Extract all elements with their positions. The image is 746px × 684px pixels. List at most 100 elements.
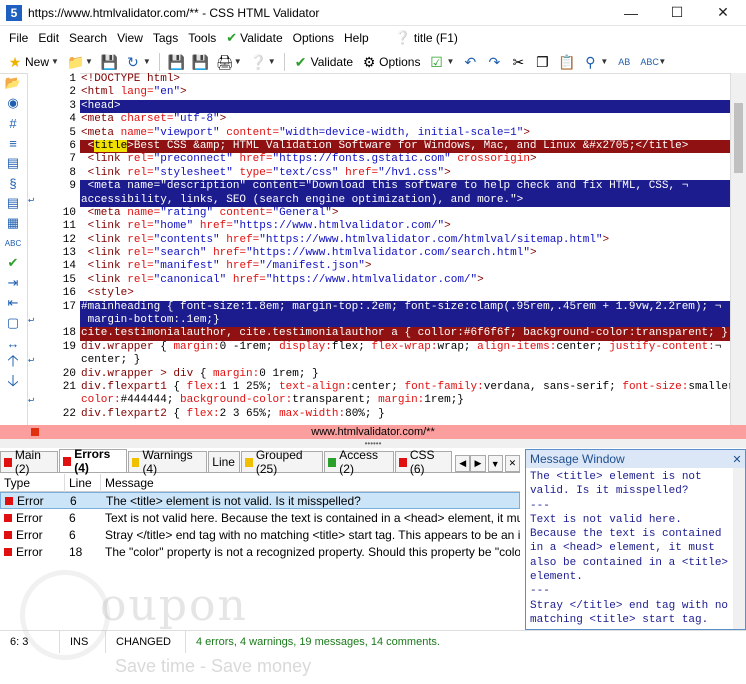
editor-vertical-scrollbar[interactable] — [730, 73, 746, 425]
cut-button[interactable]: ✂ — [507, 51, 529, 73]
menu-search[interactable]: Search — [64, 31, 112, 45]
line-number: ↵ — [28, 354, 80, 367]
tab-access[interactable]: Access (2) — [324, 448, 394, 476]
error-icon — [4, 530, 12, 539]
scrollbar-thumb[interactable] — [734, 103, 743, 173]
code-line: div.flexpart1 { flex:1 1 25%; text-align… — [81, 380, 730, 393]
insert-mode: INS — [60, 630, 106, 653]
column-message[interactable]: Message — [101, 474, 520, 492]
open-folder-icon[interactable]: 📂 — [0, 73, 26, 93]
redo-button[interactable]: ↷ — [483, 51, 505, 73]
tab-errors[interactable]: Errors (4) — [59, 447, 127, 475]
table-row[interactable]: Error 6 Stray </title> end tag with no m… — [0, 526, 520, 543]
indent-icon[interactable]: ⇥ — [0, 273, 26, 293]
binoculars-icon[interactable]: ◉ — [0, 93, 26, 113]
menu-file[interactable]: File — [4, 31, 33, 45]
tab-css[interactable]: CSS (6) — [394, 448, 453, 476]
table-row[interactable]: Error 6 Text is not valid here. Because … — [0, 509, 520, 526]
page-icon[interactable]: ▤ — [0, 153, 26, 173]
spellcheck-icon[interactable]: ABC — [0, 233, 26, 253]
left-toolbar: 📂 ◉ # ≡ ▤ § ▤ ▦ ABC ✔ ⇥ ⇤ ▢ ↔ 🡡 🡣 — [0, 73, 28, 425]
code-line: <link rel="stylesheet" type="text/css" h… — [87, 166, 451, 179]
tab-scroll-right-button[interactable]: ▶ — [470, 455, 486, 472]
help-icon: ❔ — [394, 30, 411, 45]
menu-view[interactable]: View — [112, 31, 148, 45]
validate-options-button[interactable]: ☑ ▼ — [425, 51, 457, 73]
cursor-position: 6: 3 — [0, 630, 60, 653]
code-editor[interactable]: <!DOCTYPE html> <html lang="en"> <head> … — [80, 73, 730, 425]
code-line: <link rel="manifest" href="/manifest.jso… — [87, 260, 372, 273]
menu-help[interactable]: Help — [339, 31, 374, 45]
scissors-icon: ✂ — [512, 53, 525, 70]
list-icon[interactable]: ▤ — [0, 193, 26, 213]
column-type[interactable]: Type — [0, 473, 65, 492]
toolbar: ★ New ▼ 📁 ▼ 💾 ↻ ▼ 💾 💾 🖨 ▼ ❔ ▼ ✔ Validate ⚙ Optio… — [0, 50, 746, 74]
open-button[interactable]: 📁 ▼ — [64, 51, 96, 73]
tab-scroll-left-button[interactable]: ◀ — [455, 455, 471, 472]
spell-check-button[interactable]: ABC ▼ — [637, 51, 669, 73]
message-window-header: Message Window ✕ — [526, 450, 745, 468]
hash-icon[interactable]: # — [0, 113, 26, 133]
tab-line[interactable]: Line — [208, 451, 240, 472]
code-line-selected: accessibility, links, SEO (search engine… — [80, 193, 730, 207]
checkmark-icon[interactable]: ✔ — [0, 253, 26, 273]
menu-validate[interactable]: ✔ Validate — [221, 30, 287, 46]
reload-button[interactable]: ↻ ▼ — [122, 51, 154, 73]
save-all-button[interactable]: 💾 — [189, 51, 211, 73]
scroll-icon[interactable]: § — [0, 173, 26, 193]
save-copy-button[interactable]: 💾 — [165, 51, 187, 73]
new-document-icon: ★ — [8, 53, 22, 70]
panel-icon[interactable]: ▦ — [0, 213, 26, 233]
tab-warnings[interactable]: Warnings (4) — [127, 448, 208, 476]
tab-list-dropdown[interactable]: ▼ — [487, 455, 503, 472]
new-button[interactable]: ★ New ▼ — [4, 51, 62, 73]
tab-main[interactable]: Main (2) — [0, 448, 59, 476]
line-number: 17 — [62, 300, 76, 313]
table-row[interactable]: Error 6 The <title> element is not valid… — [0, 492, 520, 509]
code-line: <link rel="home" href="https://www.htmlv… — [87, 220, 451, 233]
help-button[interactable]: ❔ ▼ — [247, 51, 279, 73]
save-button[interactable]: 💾 — [98, 51, 120, 73]
document-tab-label: www.htmlvalidator.com/** — [311, 426, 435, 438]
find-button[interactable]: ⚲ ▼ — [579, 51, 611, 73]
page-check-icon: ☑ — [430, 53, 443, 70]
validate-button[interactable]: ✔ Validate — [290, 51, 356, 73]
code-line: <html lang="en"> — [81, 86, 187, 99]
paste-button[interactable]: 📋 — [555, 51, 577, 73]
menu-edit[interactable]: Edit — [33, 31, 64, 45]
copy-button[interactable]: ❐ — [531, 51, 553, 73]
select-icon[interactable]: ▢ — [0, 313, 26, 333]
line-number: 8 — [69, 166, 76, 179]
close-panel-button[interactable]: ✕ — [504, 455, 521, 472]
help-context-button[interactable]: ❔ title (F1) — [390, 30, 463, 46]
results-panel: Main (2) Errors (4) Warnings (4) Line Gr… — [0, 447, 746, 630]
align-icon[interactable]: ≡ — [0, 133, 26, 153]
menu-tools[interactable]: Tools — [183, 31, 221, 45]
arrow-down-icon[interactable]: 🡣 — [0, 373, 26, 393]
document-tab[interactable]: www.htmlvalidator.com/** — [0, 425, 746, 439]
replace-icon: AB — [618, 56, 631, 67]
line-number-gutter: 1 2 3 4 5 6 7 8 9 ↵ 10 11 12 13 14 15 16 17 ↵ 18 19 ↵ 20 21 ↵ 22 — [28, 73, 80, 425]
checkmark-icon: ✔ — [294, 53, 307, 70]
replace-button[interactable]: AB — [613, 51, 635, 73]
column-line[interactable]: Line — [65, 473, 101, 492]
close-button[interactable]: ✕ — [700, 0, 746, 26]
toolbar-separator — [158, 52, 160, 71]
message-window-scrollbar[interactable] — [733, 468, 745, 629]
tab-grouped[interactable]: Grouped (25) — [240, 448, 324, 476]
message-window: Message Window ✕ The <title> element is … — [525, 449, 746, 630]
close-icon[interactable]: ✕ — [729, 453, 745, 466]
outdent-icon[interactable]: ⇤ — [0, 293, 26, 313]
line-number: 13 — [62, 247, 76, 260]
menu-options[interactable]: Options — [288, 31, 339, 45]
maximize-button[interactable]: ☐ — [654, 0, 700, 26]
message-window-title: Message Window — [530, 452, 625, 466]
table-row[interactable]: Error 18 The "color" property is not a r… — [0, 543, 520, 560]
minimize-button[interactable]: — — [608, 0, 654, 26]
results-grid: Type Line Message Error 6 The <title> el… — [0, 473, 520, 630]
options-button[interactable]: ⚙ Options — [358, 51, 423, 73]
menu-tags[interactable]: Tags — [148, 31, 183, 45]
print-button[interactable]: 🖨 ▼ — [213, 51, 245, 73]
help-icon: ❔ — [249, 53, 268, 70]
undo-button[interactable]: ↶ — [459, 51, 481, 73]
